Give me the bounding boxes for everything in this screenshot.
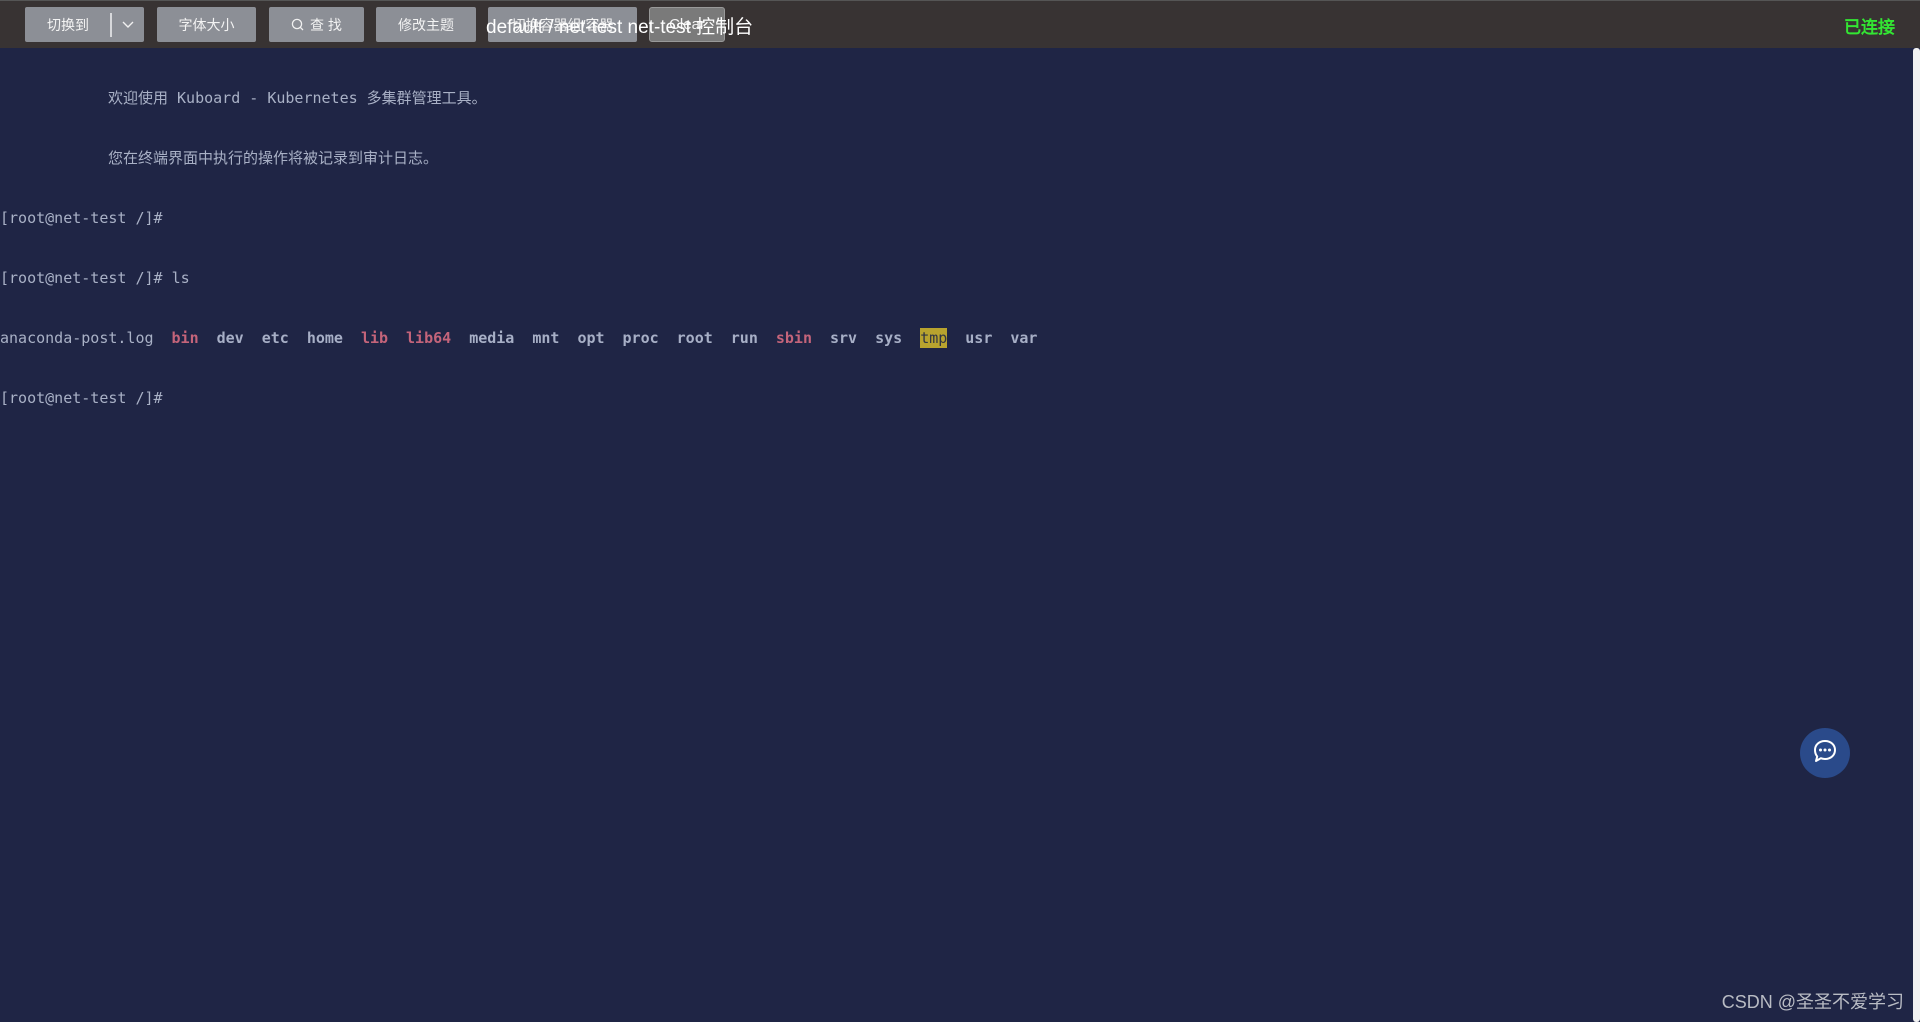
command-line: [root@net-test /]# ls: [0, 269, 190, 287]
font-size-button[interactable]: 字体大小: [157, 7, 256, 42]
terminal-scrollbar[interactable]: [1913, 48, 1920, 1022]
welcome-line: 欢迎使用 Kuboard - Kubernetes 多集群管理工具。: [108, 89, 487, 107]
chevron-down-icon[interactable]: [112, 8, 143, 41]
ls-entry: anaconda-post.log: [0, 329, 154, 347]
watermark: CSDN @圣圣不爱学习: [1721, 992, 1904, 1012]
toolbar: 切换到 字体大小 查 找 修改主题 切换容器组/容器 Clear default…: [0, 0, 1920, 48]
prompt-line: [root@net-test /]#: [0, 209, 163, 227]
connection-status: 已连接: [1844, 17, 1895, 37]
find-label: 查 找: [310, 16, 342, 33]
chat-button[interactable]: [1800, 728, 1850, 778]
search-icon: [291, 18, 304, 31]
ls-output: anaconda-post.log bin dev etc home lib lib64 me…: [0, 328, 1913, 348]
page-title: default / net-test net-test 控制台: [486, 16, 754, 38]
ls-entry: bin: [171, 329, 199, 347]
switch-to-dropdown[interactable]: 切换到: [25, 7, 144, 42]
change-theme-button[interactable]: 修改主题: [376, 7, 476, 42]
terminal[interactable]: 欢迎使用 Kuboard - Kubernetes 多集群管理工具。 您在终端界…: [0, 48, 1913, 1022]
ls-entry: root: [676, 329, 713, 347]
ls-entry: lib64: [406, 329, 452, 347]
ls-entry: usr: [965, 329, 993, 347]
change-theme-label: 修改主题: [398, 16, 454, 33]
font-size-label: 字体大小: [178, 16, 235, 33]
ls-entry: tmp: [920, 328, 948, 348]
ls-entry: home: [306, 329, 343, 347]
switch-to-button[interactable]: 切换到: [26, 8, 110, 41]
ls-entry: var: [1010, 329, 1038, 347]
ls-entry: opt: [577, 329, 605, 347]
find-button[interactable]: 查 找: [269, 7, 364, 42]
prompt-line-current: [root@net-test /]#: [0, 389, 163, 407]
ls-entry: srv: [830, 329, 858, 347]
ls-entry: lib: [360, 329, 389, 347]
ls-entry: run: [730, 329, 758, 347]
ls-entry: proc: [622, 329, 659, 347]
ls-entry: mnt: [532, 329, 560, 347]
chat-bubble-icon: [1811, 737, 1839, 770]
ls-entry: media: [469, 329, 515, 347]
ls-entry: sys: [875, 329, 903, 347]
ls-entry: sbin: [775, 329, 812, 347]
ls-entry: dev: [216, 329, 244, 347]
audit-notice-line: 您在终端界面中执行的操作将被记录到审计日志。: [108, 149, 439, 167]
ls-entry: etc: [261, 329, 289, 347]
